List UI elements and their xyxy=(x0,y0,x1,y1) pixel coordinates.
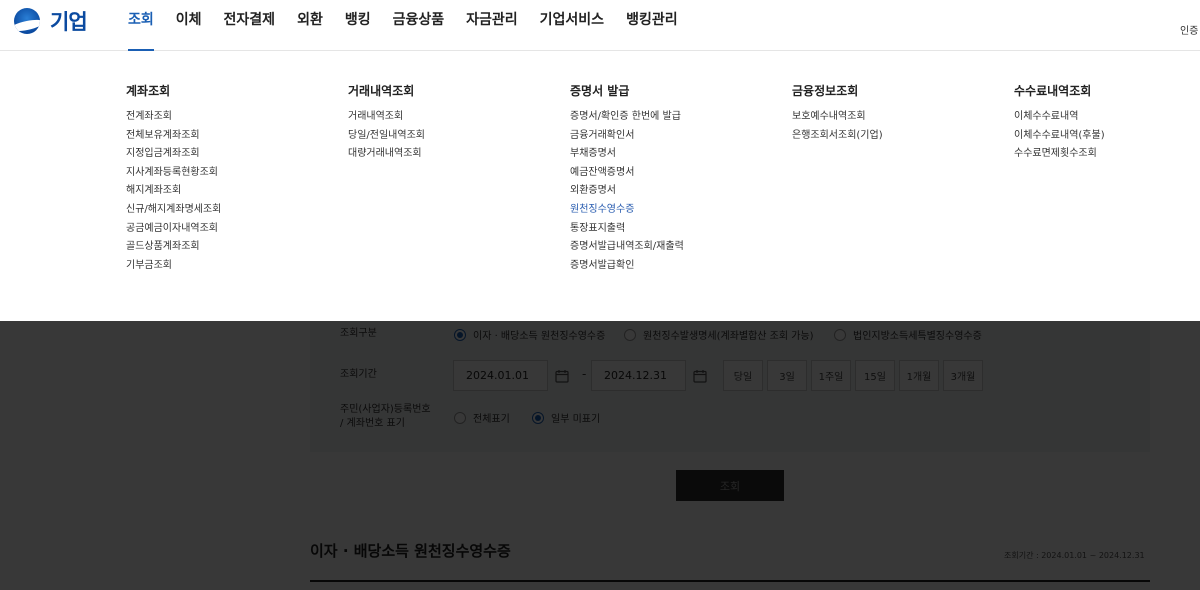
column-title: 금융정보조회 xyxy=(792,84,859,98)
period-button-15days[interactable]: 15일 xyxy=(855,360,895,391)
type-radio-interest-dividend[interactable]: 이자 · 배당소득 원천징수영수증 xyxy=(454,327,605,342)
menu-item-transfer[interactable]: 이체 xyxy=(176,0,202,51)
period-button-1week[interactable]: 1주일 xyxy=(811,360,851,391)
column-title: 거래내역조회 xyxy=(348,84,415,98)
calendar-icon[interactable] xyxy=(548,360,576,391)
column-title: 증명서 발급 xyxy=(570,84,630,98)
logo-mark-icon xyxy=(14,8,40,34)
period-button-1month[interactable]: 1개월 xyxy=(899,360,939,391)
menu-link[interactable]: 거래내역조회 xyxy=(348,108,425,127)
menu-link[interactable]: 전계좌조회 xyxy=(126,108,221,127)
radio-label: 원천징수발생명세(계좌별합산 조회 가능) xyxy=(643,331,814,342)
id-display-label: 주민(사업자)등록번호 / 계좌번호 표기 xyxy=(340,403,431,431)
radio-unchecked-icon xyxy=(834,328,846,341)
menu-link[interactable]: 이체수수료내역(후불) xyxy=(1014,127,1105,146)
menu-item-banking-management[interactable]: 뱅킹관리 xyxy=(626,0,678,51)
menu-link[interactable]: 해지계좌조회 xyxy=(126,182,221,201)
calendar-icon[interactable] xyxy=(686,360,714,391)
menu-link[interactable]: 금융거래확인서 xyxy=(570,127,684,146)
menu-link[interactable]: 이체수수료내역 xyxy=(1014,108,1105,127)
menu-item-banking[interactable]: 뱅킹 xyxy=(345,0,371,51)
menu-link[interactable]: 외환증명서 xyxy=(570,182,684,201)
result-period: 조회기간 : 2024.01.01 ~ 2024.12.31 xyxy=(1004,551,1145,560)
radio-label: 법인지방소득세특별징수영수증 xyxy=(853,331,982,342)
radio-unchecked-icon xyxy=(624,328,636,341)
menu-link[interactable]: 골드상품계좌조회 xyxy=(126,238,221,257)
period-button-today[interactable]: 당일 xyxy=(723,360,763,391)
menu-column-certificate-issuance: 증명서 발급 증명서/확인증 한번에 발급 금융거래확인서 부채증명서 예금잔액… xyxy=(570,82,684,275)
result-title: 이자 · 배당소득 원천징수영수증 xyxy=(310,542,511,560)
radio-checked-icon xyxy=(532,411,544,424)
period-label: 조회기간 xyxy=(340,369,377,380)
period-button-3months[interactable]: 3개월 xyxy=(943,360,983,391)
radio-label: 일부 미표기 xyxy=(551,414,601,425)
menu-link[interactable]: 지사계좌등록현황조회 xyxy=(126,164,221,183)
menu-column-financial-info: 금융정보조회 보호예수내역조회 은행조회서조회(기업) xyxy=(792,82,883,145)
menu-item-e-payment[interactable]: 전자결제 xyxy=(224,0,276,51)
menu-link[interactable]: 당일/전일내역조회 xyxy=(348,127,425,146)
menu-link-highlighted[interactable]: 원천징수영수증 xyxy=(570,201,684,220)
type-label: 조회구분 xyxy=(340,328,377,339)
menu-link[interactable]: 증명서발급확인 xyxy=(570,257,684,276)
page-content: 조회구분 이자 · 배당소득 원천징수영수증 원천징수발생명세(계좌별합산 조회… xyxy=(0,321,1200,590)
radio-label: 이자 · 배당소득 원천징수영수증 xyxy=(473,331,606,342)
menu-item-financial-products[interactable]: 금융상품 xyxy=(393,0,445,51)
column-title: 계좌조회 xyxy=(126,84,171,98)
search-button[interactable]: 조회 xyxy=(676,470,784,501)
logo-text: 기업 xyxy=(50,10,88,34)
menu-link[interactable]: 통장표지출력 xyxy=(570,220,684,239)
menu-link[interactable]: 예금잔액증명서 xyxy=(570,164,684,183)
id-radio-partial-mask[interactable]: 일부 미표기 xyxy=(532,410,600,425)
logo[interactable]: 기업 xyxy=(14,6,88,36)
type-radio-local-income-tax[interactable]: 법인지방소득세특별징수영수증 xyxy=(834,327,982,342)
global-nav-bar: 기업 조회 이체 전자결제 외환 뱅킹 금융상품 자금관리 기업서비스 뱅킹관리… xyxy=(0,0,1200,51)
menu-link[interactable]: 신규/해지계좌명세조회 xyxy=(126,201,221,220)
date-separator: - xyxy=(582,367,587,381)
id-display-label-line2: / 계좌번호 표기 xyxy=(340,418,405,429)
main-menu: 조회 이체 전자결제 외환 뱅킹 금융상품 자금관리 기업서비스 뱅킹관리 xyxy=(128,0,700,51)
menu-column-account-inquiry: 계좌조회 전계좌조회 전체보유계좌조회 지정입금계좌조회 지사계좌등록현황조회 … xyxy=(126,82,221,275)
menu-link[interactable]: 기부금조회 xyxy=(126,257,221,276)
menu-item-foreign-exchange[interactable]: 외환 xyxy=(297,0,323,51)
menu-link[interactable]: 증명서발급내역조회/재출력 xyxy=(570,238,684,257)
menu-link[interactable]: 은행조회서조회(기업) xyxy=(792,127,883,146)
radio-unchecked-icon xyxy=(454,411,466,424)
auth-link[interactable]: 인증 xyxy=(1180,22,1198,37)
menu-link[interactable]: 대량거래내역조회 xyxy=(348,145,425,164)
id-display-label-line1: 주민(사업자)등록번호 xyxy=(340,404,431,415)
menu-link[interactable]: 지정입금계좌조회 xyxy=(126,145,221,164)
menu-item-fund-management[interactable]: 자금관리 xyxy=(466,0,518,51)
menu-column-transaction-inquiry: 거래내역조회 거래내역조회 당일/전일내역조회 대량거래내역조회 xyxy=(348,82,425,164)
menu-item-inquiry[interactable]: 조회 xyxy=(128,0,154,51)
search-form: 조회구분 이자 · 배당소득 원천징수영수증 원천징수발생명세(계좌별합산 조회… xyxy=(310,321,1150,452)
mega-menu-panel: 계좌조회 전계좌조회 전체보유계좌조회 지정입금계좌조회 지사계좌등록현황조회 … xyxy=(0,51,1200,321)
period-button-3days[interactable]: 3일 xyxy=(767,360,807,391)
menu-link[interactable]: 부채증명서 xyxy=(570,145,684,164)
menu-link[interactable]: 전체보유계좌조회 xyxy=(126,127,221,146)
menu-link[interactable]: 공금예금이자내역조회 xyxy=(126,220,221,239)
radio-checked-icon xyxy=(454,328,466,341)
radio-label: 전체표기 xyxy=(473,414,510,425)
id-radio-show-all[interactable]: 전체표기 xyxy=(454,410,510,425)
result-divider xyxy=(310,580,1150,582)
menu-link[interactable]: 수수료면제횟수조회 xyxy=(1014,145,1105,164)
type-radio-withholding-details[interactable]: 원천징수발생명세(계좌별합산 조회 가능) xyxy=(624,327,814,342)
menu-item-business-services[interactable]: 기업서비스 xyxy=(540,0,604,51)
menu-link[interactable]: 보호예수내역조회 xyxy=(792,108,883,127)
end-date-input[interactable]: 2024.12.31 xyxy=(591,360,686,391)
start-date-input[interactable]: 2024.01.01 xyxy=(453,360,548,391)
menu-column-fee-inquiry: 수수료내역조회 이체수수료내역 이체수수료내역(후불) 수수료면제횟수조회 xyxy=(1014,82,1105,164)
menu-link[interactable]: 증명서/확인증 한번에 발급 xyxy=(570,108,684,127)
column-title: 수수료내역조회 xyxy=(1014,84,1092,98)
